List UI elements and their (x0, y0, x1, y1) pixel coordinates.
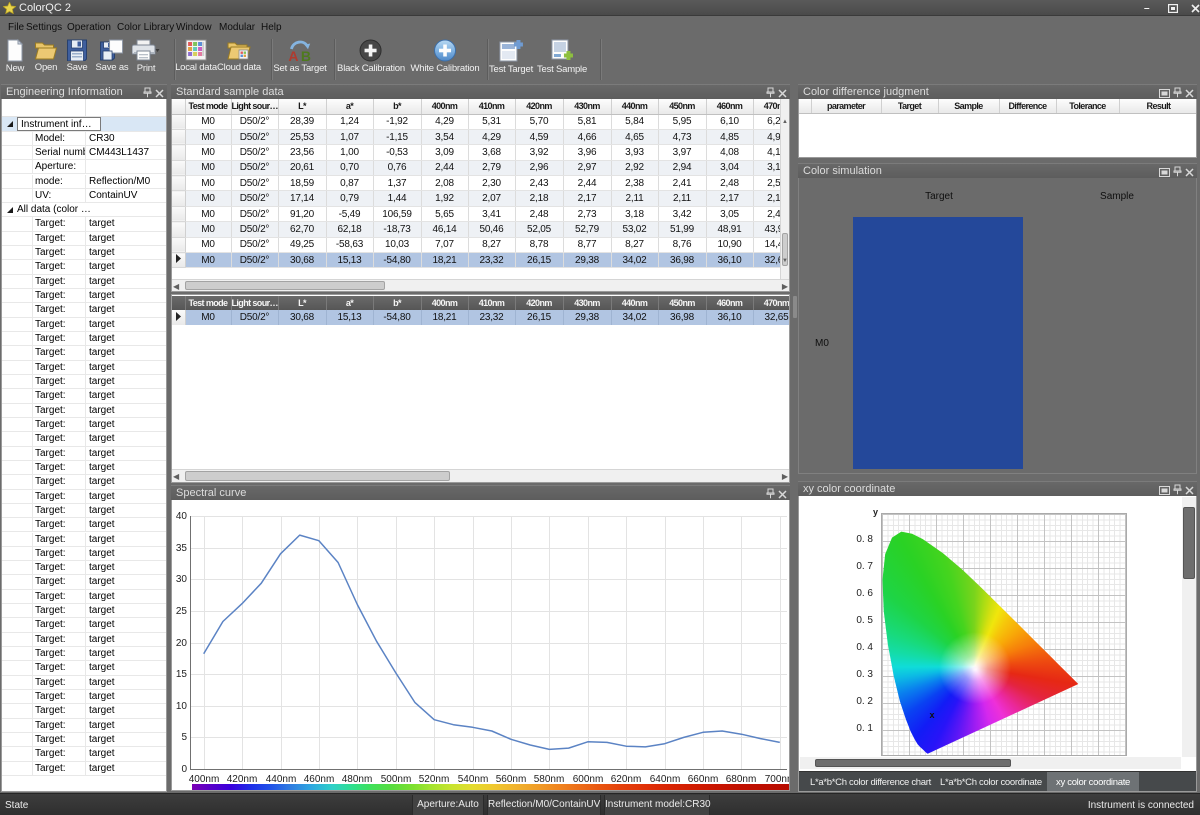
svg-text:A: A (288, 48, 298, 62)
svg-text:B: B (301, 48, 311, 62)
